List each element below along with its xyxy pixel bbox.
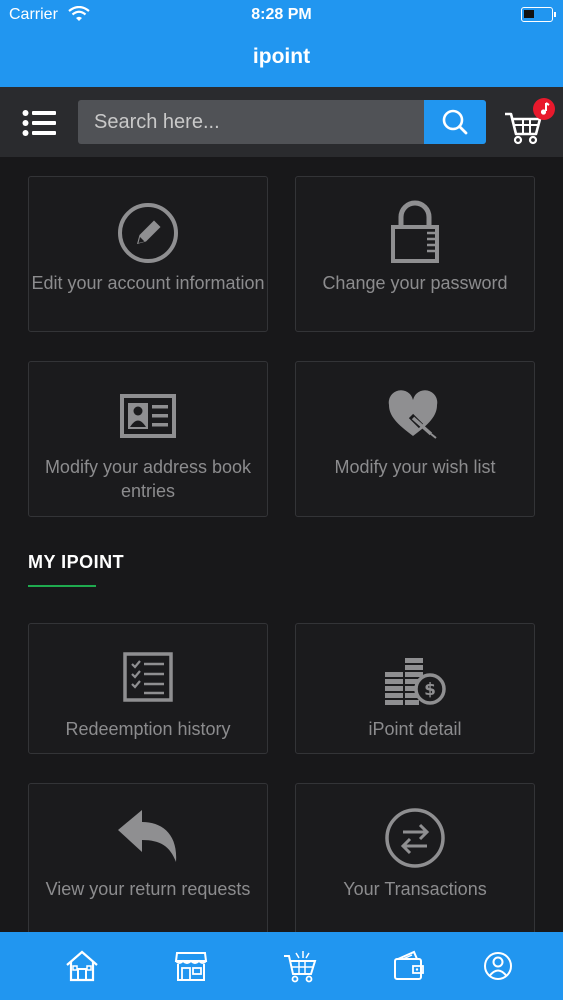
- lock-icon: [391, 200, 439, 263]
- cart-icon[interactable]: [283, 949, 317, 983]
- coins-dollar-icon: $: [385, 658, 446, 705]
- tile-label: Modify your address book entries: [44, 457, 252, 501]
- store-icon[interactable]: [174, 949, 208, 983]
- reply-arrow-icon: [118, 810, 177, 862]
- status-bar: Carrier 8:28 PM: [0, 0, 563, 30]
- svg-text:$: $: [424, 680, 436, 700]
- section-underline: [28, 585, 96, 587]
- battery-icon: [521, 7, 556, 22]
- heart-edit-icon: [388, 390, 438, 439]
- search-icon: [442, 109, 468, 135]
- app-header: Carrier 8:28 PM ipoint: [0, 0, 563, 87]
- menu-icon[interactable]: [22, 109, 56, 137]
- status-time: 8:28 PM: [251, 6, 312, 23]
- tile-address-book[interactable]: Modify your address book entries: [28, 361, 268, 517]
- search-button[interactable]: [424, 100, 486, 144]
- music-note-icon: [540, 102, 550, 115]
- tile-transactions[interactable]: Your Transactions: [295, 783, 535, 943]
- user-icon[interactable]: [481, 949, 515, 983]
- tile-label: Your Transactions: [343, 879, 487, 899]
- tile-label: Change your password: [322, 273, 508, 293]
- cart-badge: [533, 98, 555, 120]
- section-title: MY IPOINT: [28, 552, 125, 572]
- cart-button[interactable]: [503, 98, 555, 145]
- tile-label: iPoint detail: [368, 719, 462, 739]
- search-input[interactable]: [78, 100, 424, 144]
- home-icon[interactable]: [65, 949, 99, 983]
- pencil-circle-icon: [118, 203, 178, 263]
- tile-ipoint-detail[interactable]: $ iPoint detail: [295, 623, 535, 754]
- address-card-icon: [120, 394, 176, 438]
- tile-return-requests[interactable]: View your return requests: [28, 783, 268, 943]
- tile-label: Redeemption history: [65, 719, 231, 739]
- tile-redemption-history[interactable]: Redeemption history: [28, 623, 268, 754]
- tile-wish-list[interactable]: Modify your wish list: [295, 361, 535, 517]
- exchange-circle-icon: [385, 808, 445, 868]
- tile-edit-account[interactable]: Edit your account information: [28, 176, 268, 332]
- bottom-nav: [0, 932, 563, 1000]
- checklist-icon: [123, 652, 173, 702]
- wallet-icon[interactable]: [392, 949, 426, 983]
- tile-change-password[interactable]: Change your password: [295, 176, 535, 332]
- page-title: ipoint: [252, 45, 311, 68]
- tile-label: View your return requests: [45, 879, 251, 899]
- search-toolbar: [0, 87, 563, 157]
- tile-label: Modify your wish list: [334, 457, 496, 477]
- search-box: [78, 100, 486, 144]
- tile-label: Edit your account information: [31, 273, 265, 293]
